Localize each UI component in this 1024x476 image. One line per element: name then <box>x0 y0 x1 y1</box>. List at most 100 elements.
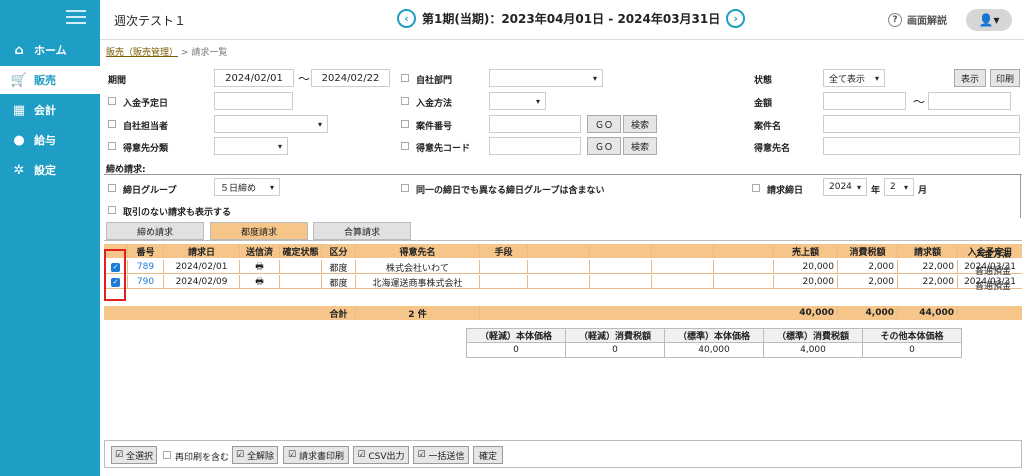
next-period-icon[interactable]: › <box>726 9 746 28</box>
tab-closing-invoice[interactable]: 締め請求 <box>106 222 204 240</box>
case-go-button[interactable]: ＧＯ <box>587 115 621 133</box>
table-total-row: 合計 2 件 40,000 4,000 44,000 <box>104 306 1022 320</box>
tax-summary-table: （軽減）本体価格 （軽減）消費税額 （標準）本体価格 （標準）消費税額 その他本… <box>466 328 962 358</box>
amount-to-input[interactable] <box>928 92 1011 110</box>
client-category-select[interactable] <box>214 137 288 155</box>
check-icon: ☑ <box>288 450 299 460</box>
company-dept-checkbox[interactable] <box>401 74 409 82</box>
confirm-button[interactable]: 確定 <box>473 446 503 464</box>
sidebar-item-accounting[interactable]: ▦ 会計 <box>0 96 100 124</box>
case-search-button[interactable]: 検索 <box>623 115 657 133</box>
divider <box>104 240 1022 241</box>
check-icon: ☑ <box>115 450 126 460</box>
table-header-row: 番号 請求日 送信済 確定状態 区分 得意先名 手段 売上額 消費税額 請求額 … <box>104 244 1022 258</box>
client-search-button[interactable]: 検索 <box>623 137 657 155</box>
case-name-input[interactable] <box>823 115 1020 133</box>
staff-checkbox[interactable] <box>108 120 116 128</box>
user-menu-button[interactable]: 👤▾ <box>966 9 1012 31</box>
payment-method-label: 入金方法 <box>416 99 453 109</box>
printer-icon: 🖶 <box>240 275 280 289</box>
sidebar-item-sales[interactable]: 🛒 販売 <box>0 66 100 94</box>
amount-label: 金額 <box>754 99 773 109</box>
sidebar-item-settings[interactable]: ✲ 設定 <box>0 156 100 184</box>
client-go-button[interactable]: ＧＯ <box>587 137 621 155</box>
tax-header-row: （軽減）本体価格 （軽減）消費税額 （標準）本体価格 （標準）消費税額 その他本… <box>467 329 961 343</box>
client-category-checkbox[interactable] <box>108 142 116 150</box>
payment-date-checkbox[interactable] <box>108 97 116 105</box>
case-no-checkbox[interactable] <box>401 120 409 128</box>
client-name-input[interactable] <box>823 137 1020 155</box>
bulk-send-button[interactable]: ☑ 一括送信 <box>413 446 469 464</box>
period-label: 第1期(当期)：2023年04月01日 - 2024年03月31日 <box>422 12 721 26</box>
include-printed-label: 再印刷を含む <box>175 453 230 463</box>
closing-group-select[interactable]: ５日締め <box>214 178 280 196</box>
period-to-input[interactable]: 2024/02/22 <box>311 69 390 87</box>
client-name-label: 得意先名 <box>754 144 791 154</box>
tab-combined-invoice[interactable]: 合算請求 <box>313 222 411 240</box>
staff-select[interactable] <box>214 115 328 133</box>
payment-method-select[interactable] <box>489 92 546 110</box>
csv-output-button[interactable]: ☑ CSV出力 <box>353 446 409 464</box>
table-row[interactable]: ✓ 789 2024/02/01 🖶 都度 株式会社いわて 20,000 2,0… <box>104 260 1022 274</box>
hamburger-menu-icon[interactable] <box>66 10 86 24</box>
amount-from-input[interactable] <box>823 92 906 110</box>
sidebar-item-payroll[interactable]: ● 給与 <box>0 126 100 154</box>
show-no-transactions-checkbox[interactable] <box>108 206 116 214</box>
period-selector: ‹ 第1期(当期)：2023年04月01日 - 2024年03月31日 › <box>397 9 746 28</box>
prev-period-icon[interactable]: ‹ <box>397 9 416 28</box>
highlight-box <box>104 249 126 301</box>
payment-date-label: 入金予定日 <box>123 99 169 109</box>
same-closing-label: 同一の締日でも異なる締日グループは含まない <box>416 186 605 196</box>
case-name-label: 案件名 <box>754 122 782 132</box>
case-no-input[interactable] <box>489 115 581 133</box>
print-button[interactable]: 印刷 <box>990 69 1020 87</box>
status-select[interactable]: 全て表示 <box>823 69 885 87</box>
select-all-button[interactable]: ☑ 全選択 <box>111 446 157 464</box>
amount-tilde: 〜 <box>913 95 926 109</box>
question-icon: ? <box>888 12 902 27</box>
invoice-number-link[interactable]: 789 <box>128 260 164 274</box>
page-title: 週次テスト１ <box>114 14 187 28</box>
year-select[interactable]: 2024 <box>823 178 867 196</box>
show-button[interactable]: 表示 <box>954 69 986 87</box>
payment-method-header: 入金方法 <box>975 250 1012 260</box>
month-select[interactable]: 2 <box>884 178 914 196</box>
divider <box>104 174 1022 175</box>
sidebar-item-home[interactable]: ⌂ ホーム <box>0 36 100 64</box>
home-icon: ⌂ <box>14 42 24 58</box>
period-label: 期間 <box>108 76 127 86</box>
billing-date-checkbox[interactable] <box>752 184 760 192</box>
print-invoice-button[interactable]: ☑ 請求書印刷 <box>283 446 349 464</box>
client-code-checkbox[interactable] <box>401 142 409 150</box>
check-icon: ☑ <box>357 450 369 460</box>
table-row[interactable]: ✓ 790 2024/02/09 🖶 都度 北海運送商事株式会社 20,000 … <box>104 275 1022 289</box>
help-button[interactable]: ? 画面解説 <box>888 12 947 27</box>
breadcrumb: 販売（販売管理） > 請求一覧 <box>106 48 228 58</box>
calculator-icon: ▦ <box>12 102 26 118</box>
status-label: 状態 <box>754 76 773 86</box>
closing-group-checkbox[interactable] <box>108 184 116 192</box>
sidebar: ⌂ ホーム 🛒 販売 ▦ 会計 ● 給与 ✲ 設定 <box>0 0 100 476</box>
client-code-input[interactable] <box>489 137 581 155</box>
breadcrumb-link-sales[interactable]: 販売（販売管理） <box>106 48 178 58</box>
check-icon: ☑ <box>236 450 247 460</box>
deselect-all-button[interactable]: ☑ 全解除 <box>232 446 278 464</box>
client-category-label: 得意先分類 <box>123 144 169 154</box>
top-bar: 週次テスト１ ‹ 第1期(当期)：2023年04月01日 - 2024年03月3… <box>100 0 1024 40</box>
case-no-label: 案件番号 <box>416 122 453 132</box>
billing-date-label: 請求締日 <box>767 186 804 196</box>
footer-action-bar: ☑ 全選択 再印刷を含む ☑ 全解除 ☑ 請求書印刷 ☑ CSV出力 ☑ 一括送… <box>104 440 1022 468</box>
tab-each-invoice[interactable]: 都度請求 <box>210 222 308 240</box>
invoice-number-link[interactable]: 790 <box>128 275 164 289</box>
period-tilde: 〜 <box>298 72 311 86</box>
payment-date-input[interactable] <box>214 92 293 110</box>
payment-method-checkbox[interactable] <box>401 97 409 105</box>
same-closing-checkbox[interactable] <box>401 184 409 192</box>
staff-label: 自社担当者 <box>123 122 169 132</box>
include-printed-checkbox[interactable] <box>163 451 171 459</box>
printer-icon: 🖶 <box>240 260 280 274</box>
money-bag-icon: ● <box>13 132 25 148</box>
company-dept-select[interactable] <box>489 69 603 87</box>
period-from-input[interactable]: 2024/02/01 <box>214 69 294 87</box>
company-dept-label: 自社部門 <box>416 76 453 86</box>
